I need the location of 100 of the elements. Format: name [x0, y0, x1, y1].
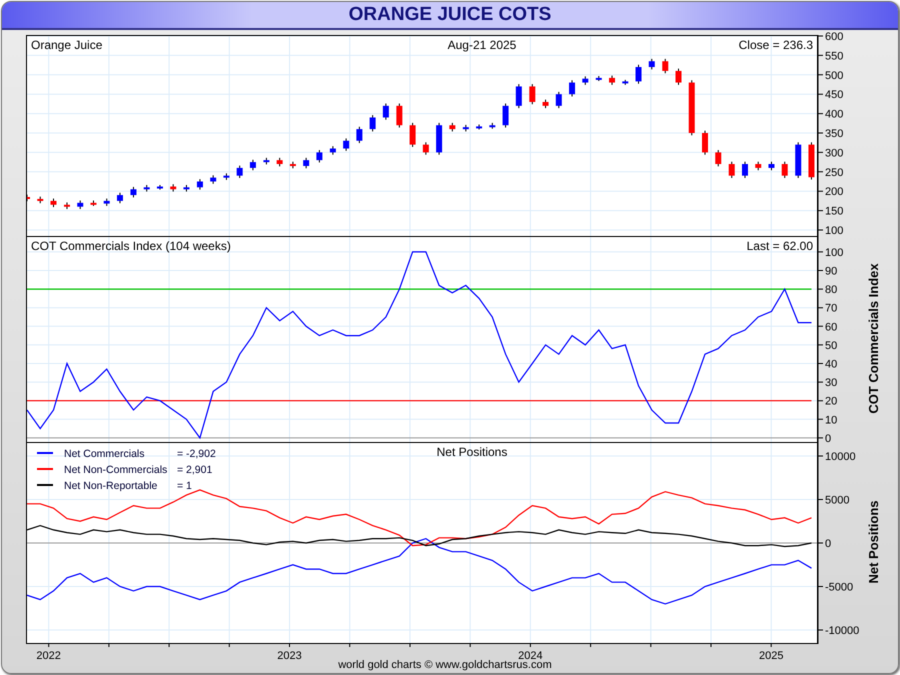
candlestick: [569, 80, 576, 98]
candlestick: [715, 150, 722, 167]
candlestick: [410, 122, 416, 148]
candlestick: [196, 178, 203, 190]
axis-tick-label: 150: [825, 206, 844, 218]
candlestick: [662, 58, 668, 74]
candlestick: [489, 122, 496, 130]
axis-tick-label: 70: [825, 302, 838, 315]
axis-tick-label: 5000: [825, 494, 850, 506]
candlestick: [223, 172, 230, 180]
axis-tick-label: 350: [825, 128, 844, 140]
axis-tick-label: 40: [825, 358, 838, 370]
candlestick: [64, 202, 70, 210]
axis-tick-label: 0: [825, 538, 832, 550]
axis-tick-label: 10000: [825, 451, 856, 463]
date-label: Aug-21 2025: [448, 38, 516, 52]
axis-tick-label: 550: [825, 50, 844, 62]
axis-tick-label: -5000: [825, 582, 854, 594]
axis-tick-label: 2023: [277, 650, 302, 662]
axis-tick-label: 60: [825, 321, 838, 334]
chart-title: COT Commercials Index (104 weeks): [31, 239, 231, 253]
axis-tick-label: 0: [825, 432, 832, 445]
axis-tick-label: 2025: [759, 650, 784, 662]
candlestick: [596, 75, 602, 82]
candlestick: [676, 68, 682, 86]
legend-value: = 2,901: [177, 464, 212, 476]
candlestick: [609, 75, 616, 86]
candlestick: [330, 146, 336, 156]
candlestick: [449, 122, 456, 132]
candlestick: [382, 103, 389, 120]
candlestick: [370, 114, 376, 132]
legend-value: = 1: [177, 480, 192, 492]
candlestick: [742, 161, 748, 178]
candlestick: [782, 161, 788, 178]
candlestick: [476, 124, 482, 130]
axis-tick-label: 400: [825, 108, 844, 121]
axis-tick-label: 300: [825, 147, 844, 160]
candlestick: [728, 161, 735, 178]
candlestick: [37, 196, 44, 204]
candlestick: [542, 99, 549, 109]
axis-tick-label: 450: [825, 89, 844, 102]
candlestick: [290, 161, 296, 169]
axis-tick-label: 250: [825, 166, 844, 179]
candlestick: [250, 159, 256, 171]
candlestick: [396, 103, 402, 128]
candlestick: [436, 122, 442, 156]
candlestick: [156, 184, 163, 190]
candlestick: [688, 80, 695, 136]
candlestick: [144, 184, 150, 192]
candlestick: [422, 142, 429, 156]
axis-tick-label: 10: [825, 414, 838, 426]
candlestick: [183, 184, 190, 192]
candlestick: [303, 157, 310, 169]
axis-tick-label: 100: [825, 224, 844, 237]
candlestick: [343, 138, 350, 152]
axis-tick-label: 2022: [36, 650, 61, 662]
candlestick: [210, 174, 216, 184]
window-title: ORANGE JUICE COTS: [348, 4, 552, 26]
candlestick: [263, 157, 270, 165]
value-readout: Close = 236.3: [738, 38, 813, 52]
candlestick: [90, 200, 96, 206]
candlestick: [356, 126, 362, 144]
chart-title: Orange Juice: [31, 38, 102, 52]
legend-value: = -2,902: [177, 448, 216, 460]
candlestick: [236, 165, 243, 178]
candlestick: [648, 58, 655, 70]
candlestick: [462, 124, 469, 132]
candlestick: [556, 91, 562, 109]
axis-title: Net Positions: [866, 500, 881, 584]
axis-tick-label: 90: [825, 265, 838, 278]
candlestick: [77, 200, 84, 210]
axis-tick-label: 600: [825, 31, 844, 43]
axis-tick-label: 100: [825, 246, 844, 259]
candlestick: [276, 157, 283, 167]
candlestick: [516, 84, 522, 109]
axis-tick-label: 80: [825, 284, 838, 296]
axis-tick-label: 30: [825, 377, 838, 390]
candlestick: [768, 161, 774, 171]
axis-tick-label: 50: [825, 340, 838, 352]
candlestick: [755, 161, 762, 171]
chart-title: Net Positions: [436, 445, 508, 459]
axis-title: COT Commercials Index: [866, 263, 881, 414]
axis-tick-label: 2024: [518, 650, 543, 662]
candlestick: [582, 76, 588, 86]
axis-tick-label: 200: [825, 186, 844, 198]
credit-text: world gold charts © www.goldchartsrus.com: [337, 659, 553, 671]
legend-label: Net Non-Commercials: [64, 464, 168, 476]
axis-tick-label: 500: [825, 70, 844, 82]
candlestick: [116, 192, 123, 204]
candlestick: [529, 84, 536, 105]
axis-tick-label: 20: [825, 396, 838, 408]
candlestick: [636, 64, 642, 84]
axis-tick-label: -10000: [825, 625, 860, 637]
candlestick: [502, 103, 509, 128]
candlestick: [702, 130, 708, 156]
candlestick: [808, 142, 814, 180]
legend-label: Net Non-Reportable: [64, 480, 158, 492]
candlestick: [50, 198, 56, 208]
candlestick: [622, 79, 628, 86]
candlestick: [104, 198, 110, 206]
